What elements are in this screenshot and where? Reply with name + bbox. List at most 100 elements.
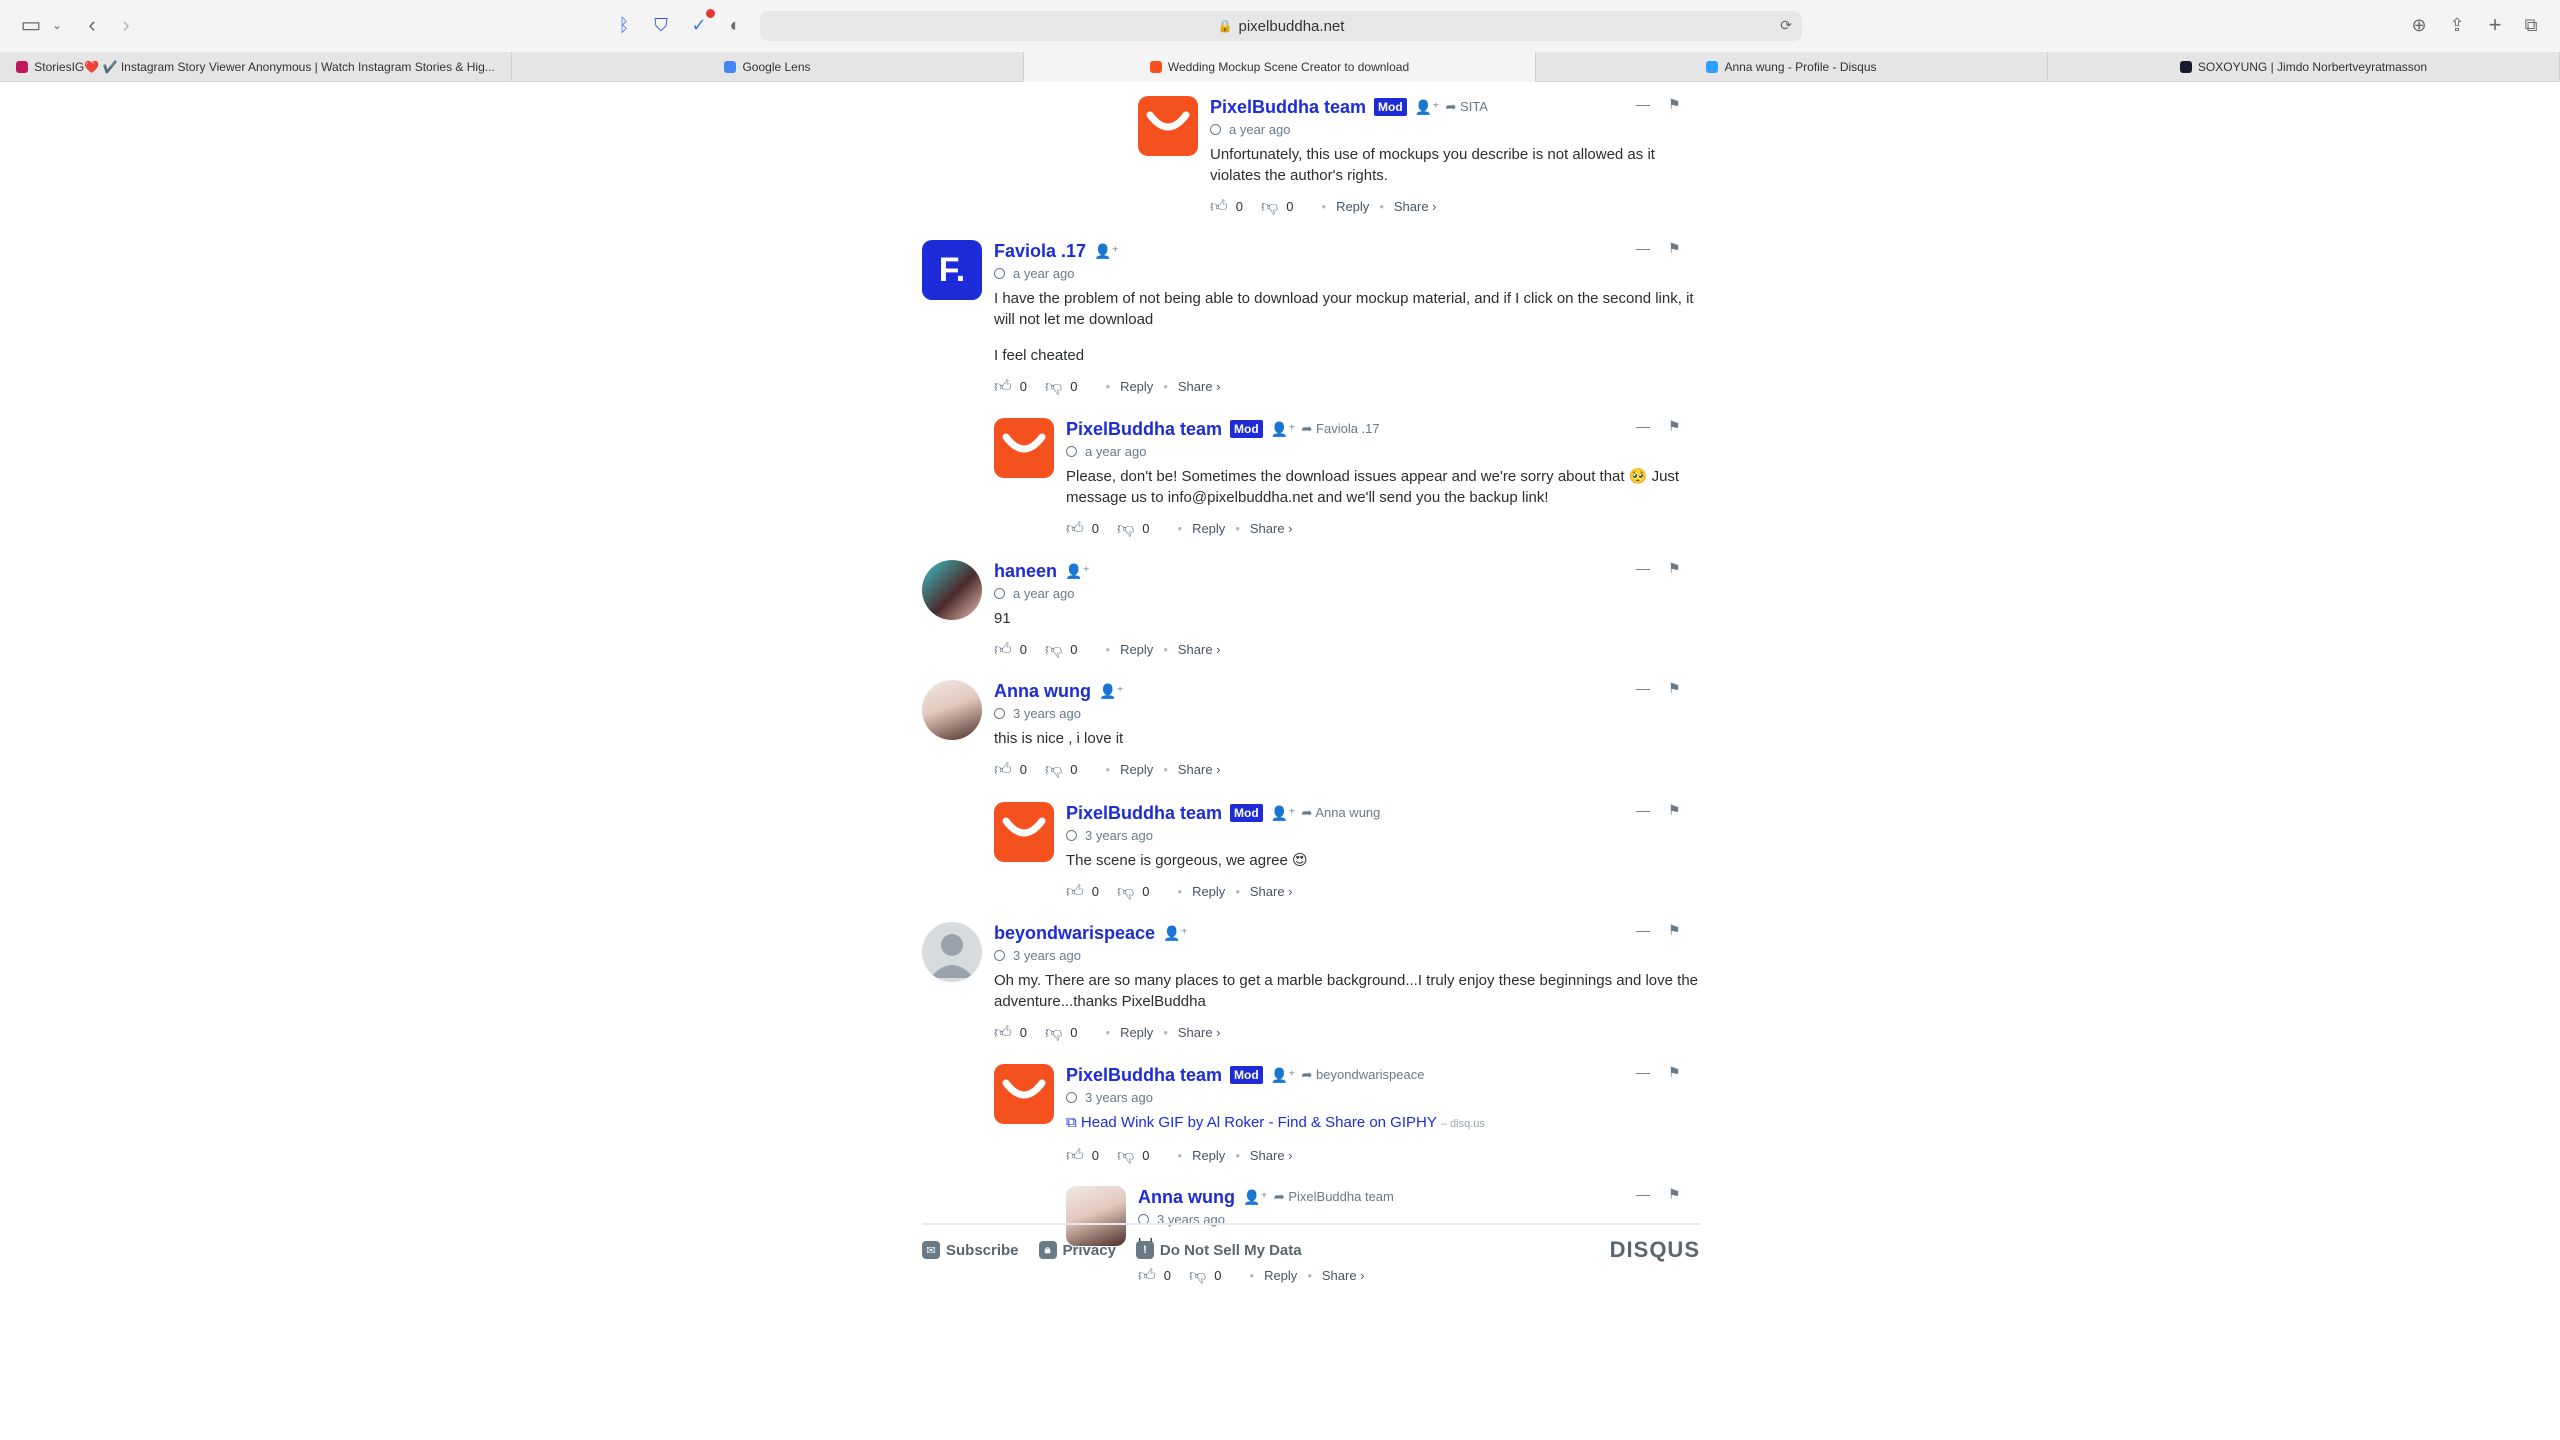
comment-time[interactable]: a year ago: [994, 586, 1694, 602]
downvote-button[interactable]: 👎︎ 0: [1261, 196, 1294, 217]
reply-button[interactable]: Reply: [1192, 521, 1225, 536]
follow-user-icon[interactable]: 👤⁺: [1271, 805, 1296, 822]
comment-author[interactable]: haneen: [994, 561, 1057, 582]
comment-time[interactable]: 3 years ago: [994, 948, 1704, 964]
tab-wedding-mockup[interactable]: Wedding Mockup Scene Creator to download: [1024, 52, 1536, 82]
address-bar[interactable]: 🔒 pixelbuddha.net ⟳: [760, 11, 1802, 41]
tab-storiesig[interactable]: StoriesIG❤️ ✔️ Instagram Story Viewer An…: [0, 52, 512, 82]
forward-icon[interactable]: ›: [116, 12, 136, 38]
tab-anna-wung-profile[interactable]: Anna wung - Profile - Disqus: [1536, 52, 2048, 82]
collapse-icon[interactable]: —: [1636, 240, 1650, 257]
flag-icon[interactable]: ⚑: [1668, 922, 1681, 939]
upvote-button[interactable]: 👍︎ 0: [1066, 518, 1099, 539]
comment-time[interactable]: a year ago: [994, 266, 1704, 282]
downvote-button[interactable]: 👎︎ 0: [1045, 639, 1078, 660]
reply-button[interactable]: Reply: [1120, 1025, 1153, 1040]
upvote-button[interactable]: 👍︎ 0: [1066, 881, 1099, 902]
share-button[interactable]: Share ›: [1322, 1268, 1365, 1283]
new-tab-icon[interactable]: +: [2484, 12, 2506, 38]
reply-to-indicator[interactable]: ➦ SITA: [1446, 99, 1488, 115]
flag-icon[interactable]: ⚑: [1668, 802, 1681, 819]
follow-user-icon[interactable]: 👤⁺: [1163, 925, 1188, 942]
flag-icon[interactable]: ⚑: [1668, 1064, 1681, 1081]
flag-icon[interactable]: ⚑: [1668, 96, 1681, 113]
collapse-icon[interactable]: —: [1636, 418, 1650, 435]
comment-time[interactable]: a year ago: [1066, 444, 1706, 460]
comment-author[interactable]: Faviola .17: [994, 241, 1086, 262]
downvote-button[interactable]: 👎︎ 0: [1045, 376, 1078, 397]
flag-icon[interactable]: ⚑: [1668, 680, 1681, 697]
collapse-icon[interactable]: —: [1636, 96, 1650, 113]
share-button[interactable]: Share ›: [1394, 199, 1437, 214]
reply-button[interactable]: Reply: [1120, 379, 1153, 394]
comment-author[interactable]: PixelBuddha team: [1066, 803, 1222, 824]
avatar[interactable]: [994, 418, 1054, 478]
reply-to-indicator[interactable]: ➦ beyondwarispeace: [1302, 1067, 1425, 1083]
reply-button[interactable]: Reply: [1336, 199, 1369, 214]
reply-button[interactable]: Reply: [1120, 642, 1153, 657]
comment-author[interactable]: Anna wung: [994, 681, 1091, 702]
downvote-button[interactable]: 👎︎ 0: [1045, 759, 1078, 780]
collapse-icon[interactable]: —: [1636, 680, 1650, 697]
avatar[interactable]: [1138, 96, 1198, 156]
reload-icon[interactable]: ⟳: [1780, 17, 1792, 34]
downvote-button[interactable]: 👎︎ 0: [1045, 1022, 1078, 1043]
downvote-button[interactable]: 👎︎ 0: [1117, 518, 1150, 539]
extension-icon[interactable]: ᛒ: [614, 12, 634, 38]
upvote-button[interactable]: 👍︎ 0: [994, 759, 1027, 780]
collapse-icon[interactable]: —: [1636, 802, 1650, 819]
downloads-icon[interactable]: ⊕: [2408, 12, 2430, 38]
comment-time[interactable]: 3 years ago: [994, 706, 1694, 722]
comment-author[interactable]: PixelBuddha team: [1210, 97, 1366, 118]
follow-user-icon[interactable]: 👤⁺: [1271, 1067, 1296, 1084]
chevron-down-icon[interactable]: ⌄: [50, 12, 64, 38]
sidebar-toggle-icon[interactable]: ▭: [18, 12, 44, 38]
flag-icon[interactable]: ⚑: [1668, 418, 1681, 435]
reply-to-indicator[interactable]: ➦ PixelBuddha team: [1274, 1189, 1394, 1205]
back-icon[interactable]: ‹: [82, 12, 102, 38]
downvote-button[interactable]: 👎︎ 0: [1189, 1265, 1222, 1286]
avatar[interactable]: [922, 560, 982, 620]
comment-time[interactable]: 3 years ago: [1066, 828, 1706, 844]
comment-author[interactable]: PixelBuddha team: [1066, 1065, 1222, 1086]
reply-button[interactable]: Reply: [1120, 762, 1153, 777]
reply-button[interactable]: Reply: [1192, 1148, 1225, 1163]
upvote-button[interactable]: 👍︎ 0: [1210, 196, 1243, 217]
share-button[interactable]: Share ›: [1250, 884, 1293, 899]
flag-icon[interactable]: ⚑: [1668, 240, 1681, 257]
follow-user-icon[interactable]: 👤⁺: [1099, 683, 1124, 700]
tab-overview-icon[interactable]: ⧉: [2520, 12, 2542, 38]
share-button[interactable]: Share ›: [1250, 521, 1293, 536]
share-button[interactable]: Share ›: [1178, 642, 1221, 657]
collapse-icon[interactable]: —: [1636, 922, 1650, 939]
tab-soxoyung[interactable]: SOXOYUNG | Jimdo Norbertveyratmasson: [2048, 52, 2560, 82]
downvote-button[interactable]: 👎︎ 0: [1117, 881, 1150, 902]
tab-google-lens[interactable]: Google Lens: [512, 52, 1024, 82]
downvote-button[interactable]: 👎︎ 0: [1117, 1145, 1150, 1166]
avatar[interactable]: [922, 922, 982, 982]
reply-to-indicator[interactable]: ➦ Faviola .17: [1302, 421, 1380, 437]
upvote-button[interactable]: 👍︎ 0: [994, 639, 1027, 660]
follow-user-icon[interactable]: 👤⁺: [1271, 421, 1296, 438]
do-not-sell-link[interactable]: ! Do Not Sell My Data: [1135, 1241, 1302, 1259]
avatar[interactable]: [994, 802, 1054, 862]
reply-button[interactable]: Reply: [1264, 1268, 1297, 1283]
share-button[interactable]: Share ›: [1178, 379, 1221, 394]
comment-time[interactable]: 3 years ago: [1066, 1090, 1706, 1106]
comment-author[interactable]: Anna wung: [1138, 1187, 1235, 1208]
flag-icon[interactable]: ⚑: [1668, 560, 1681, 577]
follow-user-icon[interactable]: 👤⁺: [1243, 1189, 1268, 1206]
reply-to-indicator[interactable]: ➦ Anna wung: [1302, 805, 1381, 821]
privacy-link[interactable]: 🔒︎ Privacy: [1038, 1241, 1116, 1259]
flag-icon[interactable]: ⚑: [1668, 1186, 1681, 1203]
upvote-button[interactable]: 👍︎ 0: [1066, 1145, 1099, 1166]
comment-time[interactable]: a year ago: [1210, 122, 1670, 138]
privacy-report-icon[interactable]: ◐: [724, 12, 746, 38]
disqus-logo[interactable]: DISQUS: [1610, 1237, 1700, 1263]
avatar[interactable]: [994, 1064, 1054, 1124]
share-button[interactable]: Share ›: [1178, 1025, 1221, 1040]
shield-extension-icon[interactable]: ⛉: [650, 12, 672, 38]
comment-author[interactable]: PixelBuddha team: [1066, 419, 1222, 440]
follow-user-icon[interactable]: 👤⁺: [1415, 99, 1440, 116]
collapse-icon[interactable]: —: [1636, 1064, 1650, 1081]
